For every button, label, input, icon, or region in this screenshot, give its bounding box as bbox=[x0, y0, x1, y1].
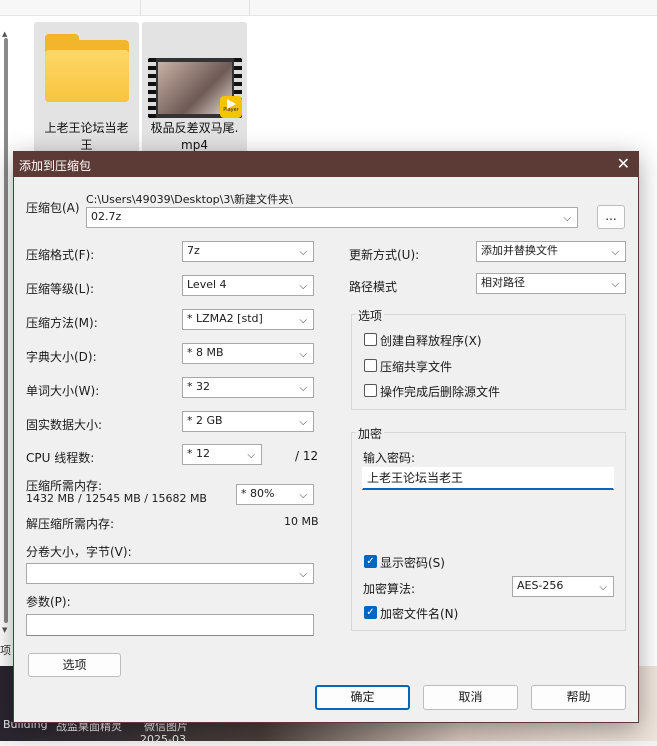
vertical-scrollbar[interactable]: ▲ ▼ bbox=[2, 30, 9, 635]
dialog-title: 添加到压缩包 bbox=[19, 159, 92, 173]
level-label: 压缩等级(L): bbox=[26, 282, 95, 296]
folder-icon bbox=[45, 34, 129, 104]
cpu-label: CPU 线程数: bbox=[26, 451, 95, 465]
file-name: 上老王论坛当老 bbox=[44, 121, 129, 135]
update-mode-label: 更新方式(U): bbox=[349, 248, 420, 262]
dict-label: 字典大小(D): bbox=[26, 350, 97, 364]
add-to-archive-dialog: 添加到压缩包 ✕ 压缩包(A) C:\Users\49039\Desktop\3… bbox=[13, 151, 639, 723]
encryption-group-title: 加密 bbox=[356, 425, 385, 442]
browse-button[interactable]: ... bbox=[597, 205, 625, 229]
password-input[interactable]: 上老王论坛当老王 bbox=[362, 467, 614, 490]
encryption-method-label: 加密算法: bbox=[363, 582, 416, 596]
options-button[interactable]: 选项 bbox=[28, 653, 121, 677]
method-select[interactable]: * LZMA2 [std] ⌵ bbox=[182, 309, 314, 330]
delete-after-checkbox[interactable] bbox=[364, 384, 377, 397]
decompress-memory-label: 解压缩所需内存: bbox=[26, 517, 115, 531]
volume-combo[interactable]: ⌵ bbox=[26, 563, 314, 584]
file-item-folder[interactable]: 上老王论坛当老 王 bbox=[34, 22, 139, 154]
params-label: 参数(P): bbox=[26, 595, 71, 609]
memory-value: 1432 MB / 12545 MB / 15682 MB bbox=[26, 492, 207, 505]
encrypt-names-checkbox[interactable]: ✓ bbox=[364, 606, 377, 619]
ok-button[interactable]: 确定 bbox=[315, 685, 410, 710]
file-item-video[interactable]: Player 极品反差双马尾. mp4 bbox=[142, 22, 247, 154]
password-label: 输入密码: bbox=[363, 451, 416, 465]
solid-select[interactable]: * 2 GB ⌵ bbox=[182, 411, 314, 432]
show-password-label[interactable]: 显示密码(S) bbox=[380, 554, 445, 571]
help-button[interactable]: 帮助 bbox=[531, 685, 626, 710]
archive-name-combo[interactable]: 02.7z ⌵ bbox=[86, 207, 578, 228]
memory-percent-select[interactable]: * 80% ⌵ bbox=[236, 484, 314, 505]
scroll-up-icon[interactable]: ▲ bbox=[2, 30, 7, 38]
show-password-checkbox[interactable]: ✓ bbox=[364, 555, 377, 568]
word-select[interactable]: * 32 ⌵ bbox=[182, 377, 314, 398]
dict-select[interactable]: * 8 MB ⌵ bbox=[182, 343, 314, 364]
encrypt-names-label[interactable]: 加密文件名(N) bbox=[380, 605, 458, 622]
player-icon: Player bbox=[220, 96, 242, 118]
dialog-titlebar: 添加到压缩包 ✕ bbox=[14, 152, 638, 177]
truncated-label: 项 bbox=[0, 644, 11, 657]
format-label: 压缩格式(F): bbox=[26, 248, 95, 262]
word-label: 单词大小(W): bbox=[26, 384, 100, 398]
scrollbar-thumb[interactable] bbox=[4, 38, 8, 623]
level-select[interactable]: Level 4 ⌵ bbox=[182, 275, 314, 296]
desktop-label: 2025-03 bbox=[140, 733, 186, 746]
archive-label: 压缩包(A) bbox=[26, 201, 80, 215]
sfx-label[interactable]: 创建自释放程序(X) bbox=[380, 332, 482, 349]
chevron-down-icon[interactable]: ⌵ bbox=[563, 210, 571, 228]
volume-label: 分卷大小，字节(V): bbox=[26, 545, 132, 559]
sfx-checkbox[interactable] bbox=[364, 333, 377, 346]
file-name: 极品反差双马尾. bbox=[150, 121, 239, 135]
cpu-total: / 12 bbox=[295, 449, 319, 463]
format-select[interactable]: 7z ⌵ bbox=[182, 241, 314, 262]
update-mode-select[interactable]: 添加并替换文件 ⌵ bbox=[476, 241, 626, 262]
shared-checkbox[interactable] bbox=[364, 359, 377, 372]
decompress-memory-value: 10 MB bbox=[284, 515, 319, 528]
encryption-method-select[interactable]: AES-256 ⌵ bbox=[512, 576, 614, 597]
shared-label[interactable]: 压缩共享文件 bbox=[380, 358, 452, 375]
cancel-button[interactable]: 取消 bbox=[423, 685, 518, 710]
options-group-title: 选项 bbox=[356, 307, 385, 324]
solid-label: 固实数据大小: bbox=[26, 418, 103, 432]
close-icon[interactable]: ✕ bbox=[617, 154, 630, 173]
explorer-toolbar bbox=[0, 0, 657, 16]
delete-after-label[interactable]: 操作完成后删除源文件 bbox=[380, 383, 500, 400]
params-input[interactable] bbox=[26, 614, 314, 636]
scroll-down-icon[interactable]: ▼ bbox=[2, 626, 7, 634]
archive-path: C:\Users\49039\Desktop\3\新建文件夹\ bbox=[86, 193, 293, 206]
path-mode-select[interactable]: 相对路径 ⌵ bbox=[476, 273, 626, 294]
method-label: 压缩方法(M): bbox=[26, 316, 98, 330]
path-mode-label: 路径模式 bbox=[349, 280, 398, 294]
cpu-select[interactable]: * 12 ⌵ bbox=[182, 444, 262, 465]
